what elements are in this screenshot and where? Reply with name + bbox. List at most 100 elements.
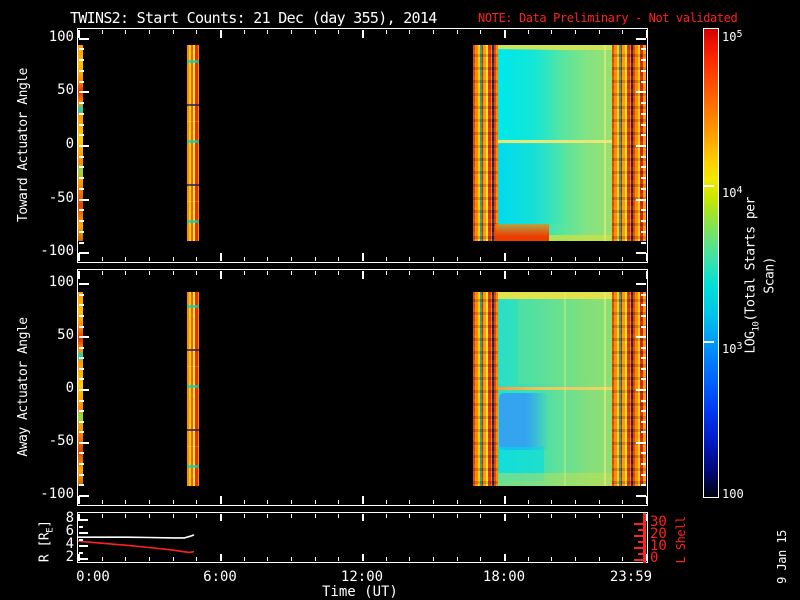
axis-tick xyxy=(456,500,458,504)
axis-tick xyxy=(598,514,600,518)
axis-tick xyxy=(79,378,84,381)
axis-tick xyxy=(79,241,84,244)
axis-tick xyxy=(385,557,387,561)
axis-tick xyxy=(79,48,84,51)
axis-tick xyxy=(641,346,646,349)
axis-tick xyxy=(575,30,576,34)
axis-tick xyxy=(551,257,553,261)
axis-tick xyxy=(634,559,643,561)
axis-tick xyxy=(79,304,84,307)
axis-tick xyxy=(79,80,84,83)
axis-tick xyxy=(641,241,646,244)
axis-tick xyxy=(641,420,646,423)
axis-tick xyxy=(149,514,150,518)
axis-tick xyxy=(125,557,127,561)
axis-tick xyxy=(79,367,84,370)
axis-tick xyxy=(385,257,387,261)
toward-panel-frame xyxy=(77,28,648,263)
axis-tick xyxy=(641,410,646,413)
axis-tick xyxy=(79,558,88,560)
axis-tick xyxy=(504,30,506,38)
axis-tick xyxy=(641,123,646,126)
axis-tick xyxy=(551,30,553,34)
axis-tick xyxy=(172,271,174,275)
axis-tick xyxy=(79,252,89,255)
axis-tick xyxy=(78,253,80,261)
axis-tick xyxy=(641,399,646,402)
axis-tick xyxy=(641,80,646,83)
axis-tick xyxy=(338,514,340,518)
tick-label: 0 xyxy=(65,380,74,396)
axis-tick xyxy=(79,155,84,158)
axis-tick xyxy=(634,547,643,549)
axis-tick xyxy=(79,37,89,40)
axis-tick xyxy=(480,514,482,518)
axis-tick xyxy=(641,166,646,169)
axis-tick xyxy=(125,514,127,518)
axis-tick xyxy=(79,123,84,126)
axis-tick xyxy=(267,257,269,261)
axis-tick xyxy=(172,257,174,261)
axis-tick xyxy=(79,283,89,286)
axis-tick xyxy=(636,91,646,94)
axis-tick xyxy=(641,69,646,72)
axis-tick xyxy=(641,155,646,158)
axis-tick xyxy=(646,514,648,521)
axis-tick xyxy=(622,257,624,261)
axis-tick xyxy=(480,500,482,504)
axis-tick xyxy=(409,30,411,34)
axis-tick xyxy=(622,514,624,518)
axis-tick xyxy=(641,230,646,233)
axis-tick xyxy=(196,514,198,518)
axis-tick xyxy=(79,420,84,423)
plot-date-stamp: 9 Jan 15 xyxy=(775,530,789,584)
axis-tick xyxy=(504,253,506,261)
axis-tick xyxy=(243,257,245,261)
axis-tick xyxy=(172,30,174,34)
axis-tick xyxy=(385,514,387,518)
tick-label: 50 xyxy=(57,327,74,344)
colorbar-tick-label: 100 xyxy=(722,487,744,501)
axis-tick xyxy=(641,357,646,360)
tick-label: -100 xyxy=(40,485,74,502)
tick-label: -100 xyxy=(40,243,74,260)
axis-tick xyxy=(409,500,411,504)
axis-tick xyxy=(433,514,434,518)
axis-tick xyxy=(641,209,646,212)
axis-tick xyxy=(196,500,198,504)
axis-tick xyxy=(79,463,84,466)
axis-tick xyxy=(646,30,648,38)
axis-tick xyxy=(527,557,529,561)
axis-tick xyxy=(79,551,83,554)
axis-tick xyxy=(220,271,222,279)
axis-tick xyxy=(79,538,83,541)
axis-tick xyxy=(196,30,198,34)
tick-label: 100 xyxy=(48,274,74,291)
axis-tick xyxy=(638,541,643,543)
axis-tick xyxy=(338,500,340,504)
axis-tick xyxy=(362,554,364,561)
axis-tick xyxy=(79,293,84,296)
axis-tick xyxy=(622,557,624,561)
axis-tick xyxy=(79,325,84,328)
tick-label: 0 xyxy=(65,136,74,152)
axis-tick xyxy=(243,557,245,561)
axis-tick xyxy=(646,253,648,261)
axis-tick xyxy=(598,557,600,561)
tick-label: 18:00 xyxy=(482,569,526,585)
axis-tick xyxy=(101,30,103,34)
tick-label: 100 xyxy=(48,28,74,45)
axis-tick xyxy=(433,557,434,561)
axis-tick xyxy=(79,91,89,94)
axis-tick xyxy=(551,500,553,504)
axis-tick xyxy=(641,325,646,328)
axis-tick xyxy=(79,532,88,534)
axis-tick xyxy=(646,271,648,279)
axis-tick xyxy=(79,452,84,455)
axis-tick xyxy=(79,410,84,413)
axis-tick xyxy=(456,257,458,261)
axis-tick xyxy=(622,271,624,275)
axis-tick xyxy=(456,557,458,561)
axis-tick xyxy=(338,271,340,275)
axis-tick xyxy=(196,271,198,275)
